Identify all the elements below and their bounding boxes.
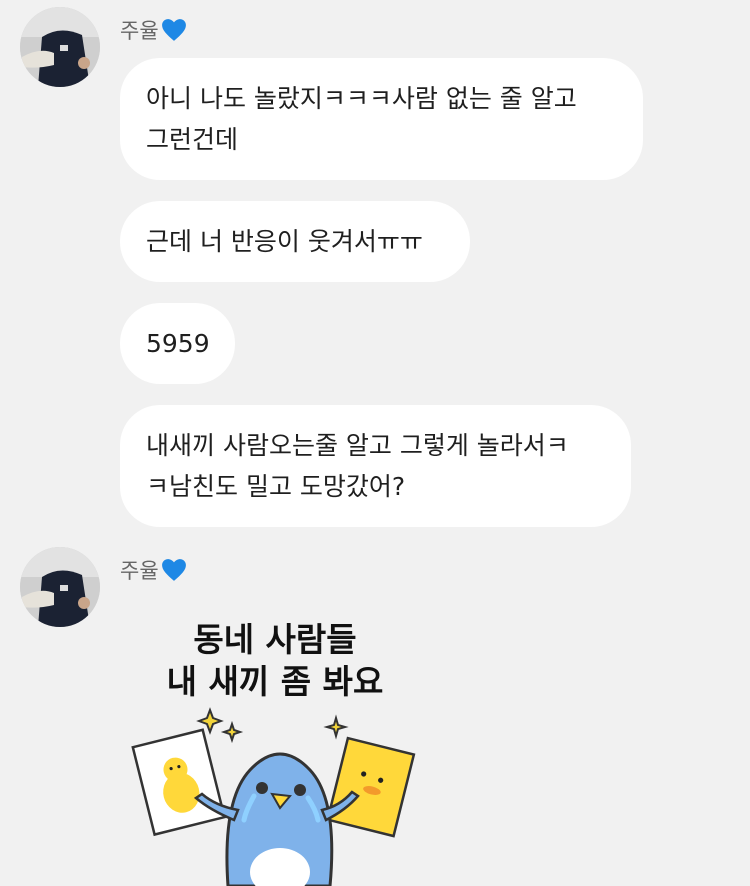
sticker-message[interactable]: 동네 사람들 내 새끼 좀 봐요 (130, 610, 420, 886)
message-line: 내새끼 사람오는줄 알고 그렇게 놀라서ㅋ (146, 431, 569, 460)
message-line: ㅋ남친도 밀고 도망갔어? (146, 472, 406, 501)
message-line: 5959 (146, 329, 210, 358)
sender-avatar[interactable] (20, 547, 100, 627)
message-line: 그런건데 (146, 125, 239, 154)
sender-name: 주율 (120, 555, 187, 585)
profile-photo-icon (20, 7, 100, 87)
message-bubble[interactable]: 근데 너 반응이 웃겨서ㅠㅠ (120, 201, 470, 282)
sender-name: 주율 (120, 15, 187, 45)
blue-heart-icon (161, 19, 186, 41)
message-bubble[interactable]: 5959 (120, 303, 235, 384)
message-bubble[interactable]: 아니 나도 놀랐지ㅋㅋㅋ사람 없는 줄 알고 그런건데 (120, 58, 643, 180)
message-line: 근데 너 반응이 웃겨서ㅠㅠ (146, 227, 423, 256)
message-bubble[interactable]: 내새끼 사람오는줄 알고 그렇게 놀라서ㅋ ㅋ남친도 밀고 도망갔어? (120, 405, 631, 527)
sender-name-text: 주율 (120, 559, 159, 583)
sender-avatar[interactable] (20, 7, 100, 87)
blue-heart-icon (161, 559, 186, 581)
crying-penguin-sticker-icon (131, 707, 416, 886)
message-line: 아니 나도 놀랐지ㅋㅋㅋ사람 없는 줄 알고 (146, 84, 577, 113)
sender-name-text: 주율 (120, 19, 159, 43)
profile-photo-icon (20, 547, 100, 627)
